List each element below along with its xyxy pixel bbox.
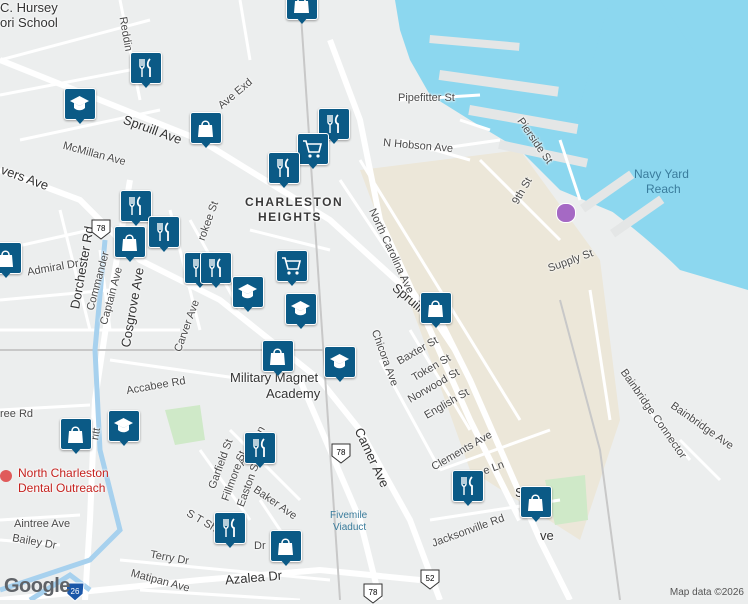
poi-marker-restaurant[interactable] xyxy=(200,252,232,292)
poi-marker-restaurant[interactable] xyxy=(244,432,276,472)
school-icon xyxy=(291,301,310,316)
school-label-2: ori School xyxy=(0,15,58,30)
shopping-bag-icon xyxy=(278,538,293,555)
street-label-s-2: ve xyxy=(540,528,554,543)
poi-label-dental-2: Dental Outreach xyxy=(18,481,106,495)
svg-text:52: 52 xyxy=(426,574,435,583)
svg-text:78: 78 xyxy=(369,588,378,597)
svg-text:78: 78 xyxy=(97,224,106,233)
shopping-bag-icon xyxy=(0,250,13,267)
google-logo[interactable]: Google xyxy=(4,575,70,598)
poi-marker-school[interactable] xyxy=(232,276,264,316)
restaurant-icon xyxy=(129,196,141,215)
map-copyright[interactable]: Map data ©2026 xyxy=(670,587,744,598)
poi-marker-restaurant[interactable] xyxy=(148,216,180,256)
poi-marker-restaurant[interactable] xyxy=(452,470,484,510)
restaurant-icon xyxy=(209,258,221,277)
shopping-bag-icon xyxy=(294,0,309,13)
poi-marker-school[interactable] xyxy=(64,88,96,128)
school-icon xyxy=(238,284,257,299)
svg-text:78: 78 xyxy=(337,448,346,457)
grocery-cart-icon xyxy=(282,257,302,275)
shopping-bag-icon xyxy=(198,120,213,137)
poi-label-fivemile-2: Viaduct xyxy=(333,522,367,533)
shopping-bag-icon xyxy=(428,300,443,317)
poi-marker-shopping-bag[interactable] xyxy=(420,292,452,332)
poi-marker-restaurant[interactable] xyxy=(268,152,300,192)
poi-marker-school[interactable] xyxy=(285,293,317,333)
poi-marker-shopping-bag[interactable] xyxy=(0,242,22,282)
poi-marker-restaurant[interactable] xyxy=(214,512,246,552)
restaurant-icon xyxy=(277,158,289,177)
poi-marker-grocery-cart[interactable] xyxy=(276,250,308,290)
us-78-shield-2: 78 xyxy=(331,443,351,464)
school-icon xyxy=(114,418,133,433)
street-label-partial-1: ree Rd xyxy=(0,408,34,420)
poi-label-military-2: Academy xyxy=(266,386,321,401)
street-label-pipefitter: Pipefitter St xyxy=(398,92,455,104)
museum-icon[interactable] xyxy=(556,203,576,223)
poi-marker-shopping-bag[interactable] xyxy=(270,530,302,570)
school-label: C. Hursey xyxy=(0,0,58,15)
poi-marker-shopping-bag[interactable] xyxy=(520,486,552,526)
restaurant-icon xyxy=(253,438,265,457)
restaurant-icon xyxy=(157,222,169,241)
shopping-bag-icon xyxy=(270,348,285,365)
poi-marker-school[interactable] xyxy=(324,346,356,386)
us-78-shield: 78 xyxy=(91,219,111,240)
street-label-aintree: Aintree Ave xyxy=(14,518,71,530)
shopping-bag-icon xyxy=(68,426,83,443)
us-78-shield-3: 78 xyxy=(363,583,383,604)
poi-marker-restaurant[interactable] xyxy=(130,52,162,92)
school-icon xyxy=(70,96,89,111)
restaurant-icon xyxy=(461,476,473,495)
poi-marker-grocery-cart[interactable] xyxy=(297,133,329,173)
restaurant-icon xyxy=(327,114,339,133)
hospital-icon[interactable] xyxy=(0,470,12,482)
grocery-cart-icon xyxy=(303,140,323,158)
shopping-bag-icon xyxy=(122,234,137,251)
water-label-1: Navy Yard xyxy=(634,167,689,181)
poi-label-fivemile: Fivemile xyxy=(330,510,368,521)
neighborhood-label-1: CHARLESTON xyxy=(245,195,344,209)
school-icon xyxy=(330,354,349,369)
street-label-dr: Dr xyxy=(254,540,266,552)
poi-marker-shopping-bag[interactable] xyxy=(286,0,318,28)
shopping-bag-icon xyxy=(528,494,543,511)
restaurant-icon xyxy=(223,518,235,537)
poi-label-dental: North Charleston xyxy=(18,466,109,480)
restaurant-icon xyxy=(139,58,151,77)
water-label-2: Reach xyxy=(646,182,681,196)
neighborhood-label-2: HEIGHTS xyxy=(258,210,322,224)
svg-text:26: 26 xyxy=(71,587,80,596)
poi-marker-shopping-bag[interactable] xyxy=(190,112,222,152)
us-52-shield: 52 xyxy=(420,569,440,590)
poi-marker-shopping-bag[interactable] xyxy=(114,226,146,266)
poi-marker-shopping-bag[interactable] xyxy=(262,340,294,380)
poi-marker-shopping-bag[interactable] xyxy=(60,418,92,458)
poi-marker-school[interactable] xyxy=(108,410,140,450)
